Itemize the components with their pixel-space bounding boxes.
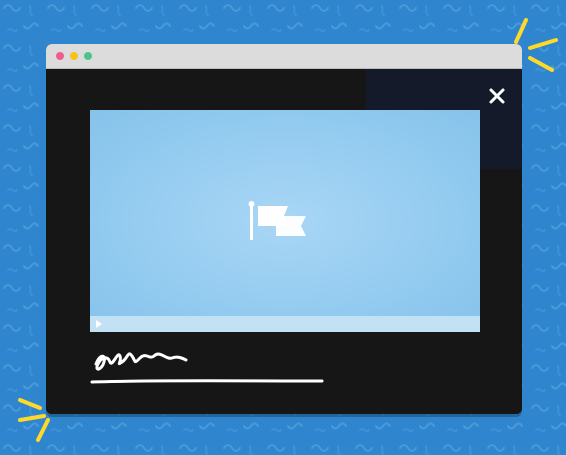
close-button[interactable]: [483, 82, 511, 110]
browser-window: [46, 44, 522, 414]
play-icon: [96, 320, 102, 328]
play-button[interactable]: [90, 316, 108, 332]
flag-logo-icon: [248, 201, 306, 240]
player-controls: [90, 316, 480, 332]
window-close-dot[interactable]: [56, 52, 64, 60]
progress-track[interactable]: [108, 316, 480, 332]
window-minimize-dot[interactable]: [70, 52, 78, 60]
close-icon: [489, 88, 505, 104]
video-player[interactable]: [90, 110, 480, 332]
window-maximize-dot[interactable]: [84, 52, 92, 60]
window-titlebar: [46, 44, 522, 69]
signature-scribble: [90, 352, 324, 384]
